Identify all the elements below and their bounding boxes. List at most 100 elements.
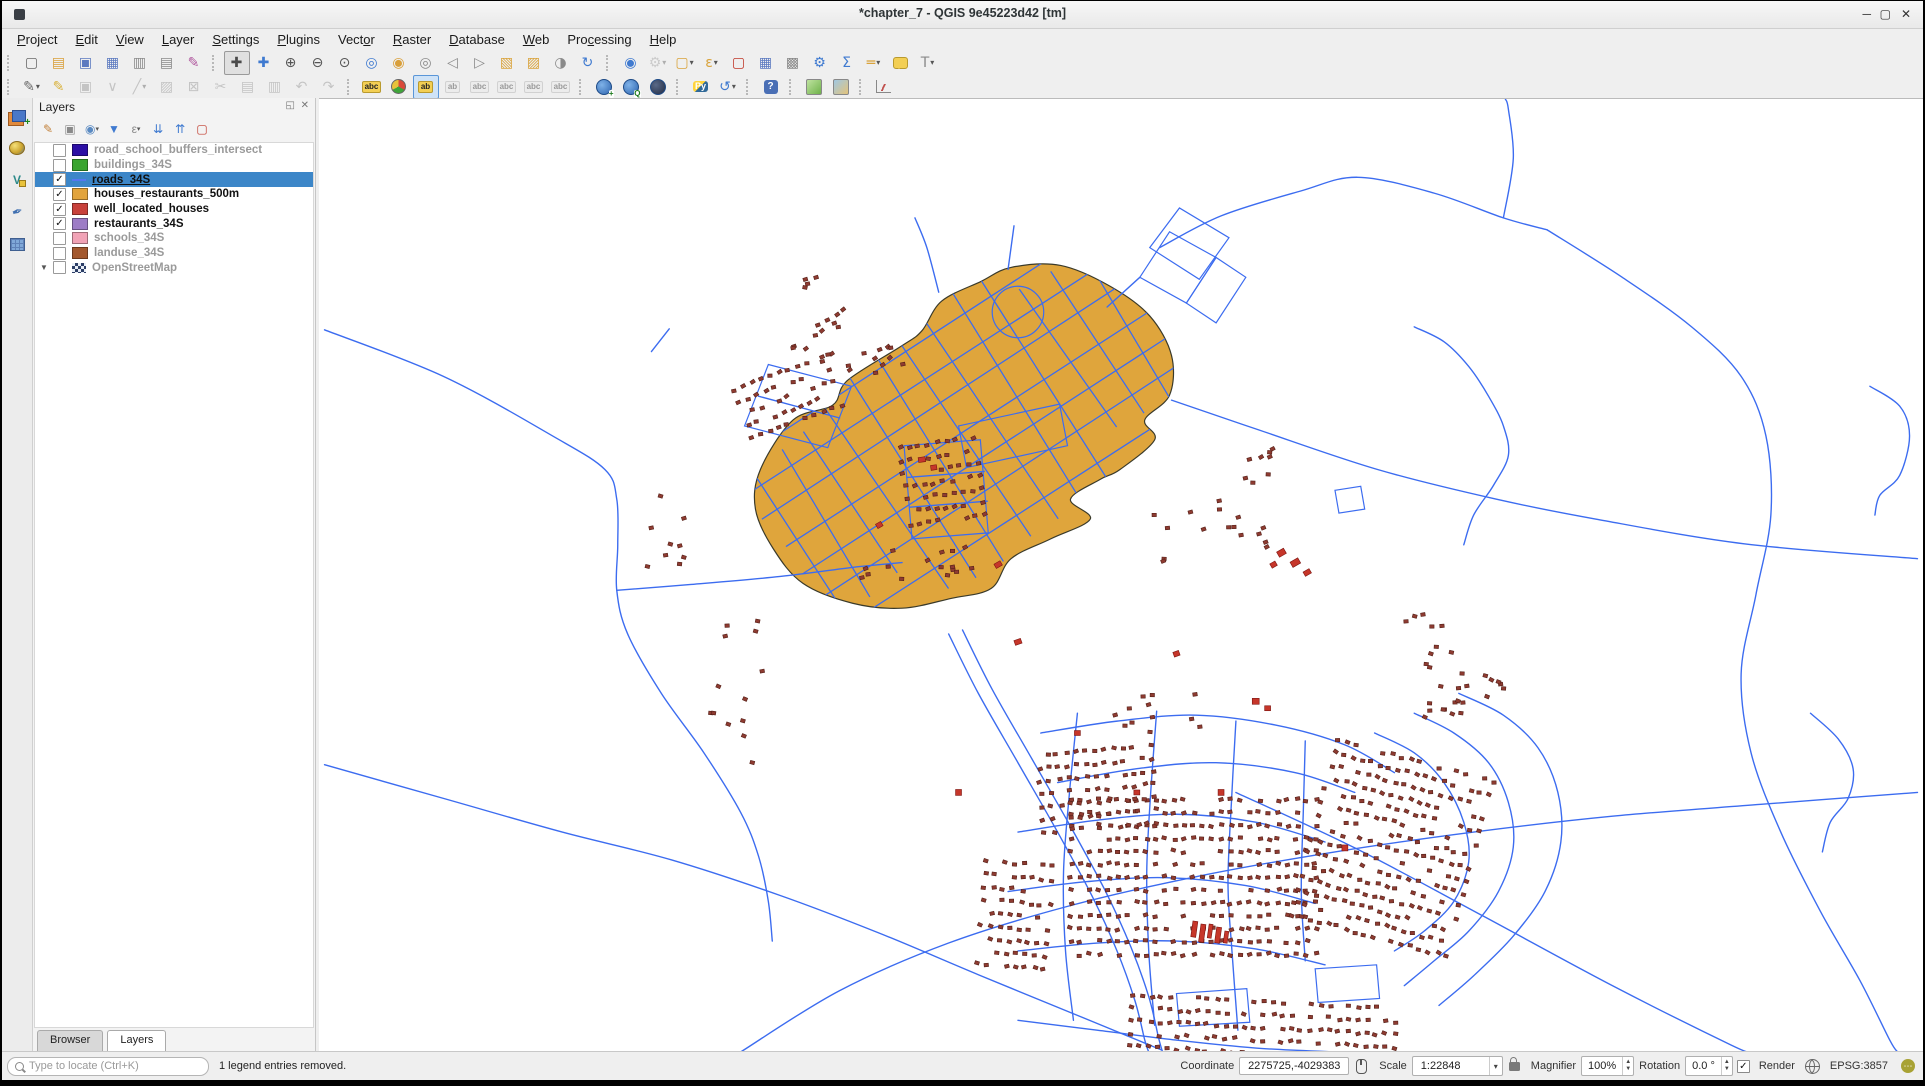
chevron-down-icon[interactable]: ▾ bbox=[662, 58, 666, 67]
label-unpin-button[interactable]: abc bbox=[521, 75, 547, 99]
new-spatialite-layer-button[interactable]: ✒ bbox=[5, 200, 29, 224]
lock-scale-icon[interactable] bbox=[1509, 1062, 1520, 1071]
add-group-button[interactable]: ▣ bbox=[59, 119, 81, 139]
label-move-button[interactable]: abc bbox=[548, 75, 574, 99]
menu-view[interactable]: View bbox=[107, 30, 153, 49]
menu-settings[interactable]: Settings bbox=[203, 30, 268, 49]
new-shapefile-layer-button[interactable]: V bbox=[5, 168, 29, 192]
maximize-button[interactable]: ▢ bbox=[1880, 7, 1891, 21]
menu-edit[interactable]: Edit bbox=[66, 30, 106, 49]
layer-row-well_located_houses[interactable]: ✓well_located_houses bbox=[35, 202, 313, 217]
show-layout-manager-button[interactable]: ▤ bbox=[154, 51, 180, 75]
elevation-profile-button[interactable] bbox=[871, 75, 897, 99]
layer-visibility-checkbox[interactable]: ✓ bbox=[53, 203, 66, 216]
vertex-tool-button[interactable]: ╱▾ bbox=[127, 75, 153, 99]
scale-combo[interactable]: 1:22848 ▾ bbox=[1412, 1056, 1503, 1076]
messages-icon[interactable]: ⋯ bbox=[1901, 1059, 1915, 1073]
chevron-down-icon[interactable]: ▾ bbox=[137, 125, 141, 133]
layer-visibility-checkbox[interactable]: ✓ bbox=[53, 217, 66, 230]
select-by-expression-button[interactable]: ε▾ bbox=[699, 51, 725, 75]
project-toolbar-handle[interactable] bbox=[7, 55, 14, 71]
spinner-arrows-icon[interactable]: ▲▼ bbox=[1622, 1057, 1633, 1075]
extents-toggle-icon[interactable] bbox=[1356, 1059, 1367, 1074]
measure-line-button[interactable]: ═▾ bbox=[861, 51, 887, 75]
layer-visibility-checkbox[interactable] bbox=[53, 247, 66, 260]
quickmap-services-button[interactable] bbox=[801, 75, 827, 99]
current-edits-button[interactable]: ✎▾ bbox=[19, 75, 45, 99]
layer-visibility-checkbox[interactable]: ✓ bbox=[53, 173, 66, 186]
title-bar[interactable]: *chapter_7 - QGIS 9e45223d42 [tm] ─ ▢ ✕ bbox=[2, 1, 1923, 29]
digitizing-toolbar-handle[interactable] bbox=[7, 79, 14, 95]
save-project-button[interactable]: ▣ bbox=[73, 51, 99, 75]
map-canvas[interactable] bbox=[319, 98, 1923, 1052]
menu-help[interactable]: Help bbox=[641, 30, 686, 49]
show-spatial-bookmarks-button[interactable]: ▨ bbox=[521, 51, 547, 75]
metasearch-button[interactable] bbox=[645, 75, 671, 99]
zoom-native-button[interactable]: ⊙ bbox=[332, 51, 358, 75]
redo-button[interactable]: ↷ bbox=[316, 75, 342, 99]
rotation-spinbox[interactable]: 0.0 ° ▲▼ bbox=[1685, 1056, 1733, 1076]
add-wms-layer-button[interactable]: + bbox=[591, 75, 617, 99]
layer-row-road_school_buffers_intersect[interactable]: road_school_buffers_intersect bbox=[35, 143, 313, 158]
layer-name[interactable]: landuse_34S bbox=[94, 247, 164, 259]
crs-globe-icon[interactable] bbox=[1805, 1059, 1820, 1074]
remove-layer-button[interactable]: ▢ bbox=[191, 119, 213, 139]
manage-map-themes-button[interactable]: ◉▾ bbox=[81, 119, 103, 139]
search-catalog-button[interactable]: Q bbox=[618, 75, 644, 99]
layer-row-roads_34S[interactable]: ✓roads_34S bbox=[35, 172, 313, 187]
pan-to-selection-button[interactable]: ✚ bbox=[251, 51, 277, 75]
layer-row-schools_34S[interactable]: schools_34S bbox=[35, 231, 313, 246]
quickmap-settings-button[interactable] bbox=[828, 75, 854, 99]
layer-row-OpenStreetMap[interactable]: ▼OpenStreetMap bbox=[35, 261, 313, 276]
map-navigation-toolbar-handle[interactable] bbox=[212, 55, 219, 71]
label-pin-button[interactable]: abc bbox=[494, 75, 520, 99]
open-attribute-table-button[interactable]: ▦ bbox=[753, 51, 779, 75]
layer-visibility-checkbox[interactable] bbox=[53, 144, 66, 157]
render-checkbox[interactable]: ✓ bbox=[1737, 1060, 1750, 1073]
temporal-controller-button[interactable]: ◑ bbox=[548, 51, 574, 75]
panel-tab-layers[interactable]: Layers bbox=[107, 1030, 166, 1051]
zoom-full-button[interactable]: ◎ bbox=[359, 51, 385, 75]
layer-name[interactable]: OpenStreetMap bbox=[92, 262, 177, 274]
close-panel-icon[interactable]: ✕ bbox=[301, 100, 309, 111]
chevron-down-icon[interactable]: ▾ bbox=[36, 82, 40, 91]
zoom-last-button[interactable]: ◁ bbox=[440, 51, 466, 75]
zoom-to-selection-button[interactable]: ◉ bbox=[386, 51, 412, 75]
spinner-arrows-icon[interactable]: ▲▼ bbox=[1721, 1057, 1732, 1075]
deselect-features-button[interactable]: ▢ bbox=[726, 51, 752, 75]
select-features-button[interactable]: ▢▾ bbox=[672, 51, 698, 75]
collapse-all-button[interactable]: ⇈ bbox=[169, 119, 191, 139]
layer-name[interactable]: road_school_buffers_intersect bbox=[94, 144, 262, 156]
layer-name[interactable]: restaurants_34S bbox=[94, 218, 184, 230]
layer-labeling-button[interactable]: abc bbox=[359, 75, 385, 99]
paste-features-button[interactable]: ▥ bbox=[262, 75, 288, 99]
filter-by-expression-button[interactable]: ε▾ bbox=[125, 119, 147, 139]
open-project-button[interactable]: ▤ bbox=[46, 51, 72, 75]
style-manager-button[interactable]: ✎ bbox=[181, 51, 207, 75]
new-spatial-bookmark-button[interactable]: ▧ bbox=[494, 51, 520, 75]
data-source-manager-button[interactable] bbox=[5, 104, 29, 128]
help-contents-button[interactable]: ? bbox=[758, 75, 784, 99]
new-project-button[interactable]: ▢ bbox=[19, 51, 45, 75]
pan-map-button[interactable]: ✚ bbox=[224, 51, 250, 75]
layer-name[interactable]: houses_restaurants_500m bbox=[94, 188, 239, 200]
label-show-hide-button[interactable]: abc bbox=[467, 75, 493, 99]
refresh-map-button[interactable]: ↻ bbox=[575, 51, 601, 75]
chevron-down-icon[interactable]: ▾ bbox=[1489, 1057, 1502, 1075]
delete-selected-button[interactable]: ⊠ bbox=[181, 75, 207, 99]
chevron-down-icon[interactable]: ▾ bbox=[732, 82, 736, 91]
coordinate-input[interactable]: 2275725,-4029383 bbox=[1239, 1057, 1349, 1075]
labeling-options-button[interactable]: ab bbox=[413, 75, 439, 99]
map-tips-button[interactable] bbox=[888, 51, 914, 75]
new-print-layout-button[interactable]: ▥ bbox=[127, 51, 153, 75]
chevron-down-icon[interactable]: ▾ bbox=[95, 125, 99, 133]
chevron-down-icon[interactable]: ▾ bbox=[142, 82, 146, 91]
attributes-toolbar-handle[interactable] bbox=[606, 55, 613, 71]
python-toolbar-handle[interactable] bbox=[676, 79, 683, 95]
new-mesh-layer-button[interactable] bbox=[5, 232, 29, 256]
label-highlight-button[interactable]: ab bbox=[440, 75, 466, 99]
layer-row-landuse_34S[interactable]: landuse_34S bbox=[35, 246, 313, 261]
undo-button[interactable]: ↶ bbox=[289, 75, 315, 99]
toggle-editing-button[interactable]: ✎ bbox=[46, 75, 72, 99]
minimize-button[interactable]: ─ bbox=[1862, 7, 1871, 21]
